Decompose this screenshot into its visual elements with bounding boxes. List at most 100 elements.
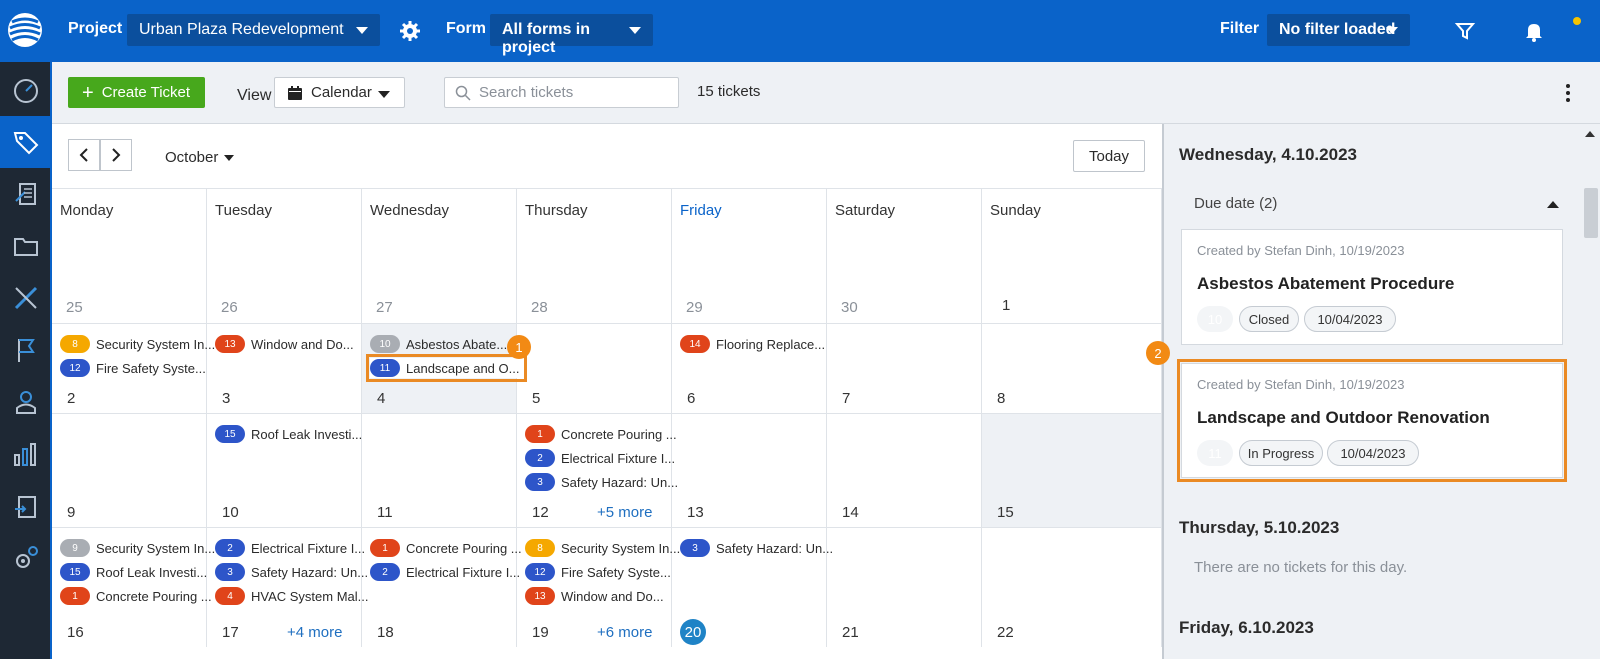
dashboard-nav[interactable]	[0, 64, 52, 116]
gear-icon[interactable]	[397, 18, 423, 44]
forms-nav[interactable]	[0, 168, 52, 220]
calendar-ticket[interactable]: 9 Security System In...	[60, 538, 215, 558]
calendar-day-cell[interactable]: 15 Roof Leak Investi... 10	[207, 413, 362, 527]
clipboard-nav[interactable]	[0, 480, 52, 532]
day-column-header: Friday 29	[672, 188, 827, 323]
calendar-ticket[interactable]: 4 HVAC System Mal...	[215, 586, 369, 606]
users-nav[interactable]	[0, 376, 52, 428]
calendar-ticket[interactable]: 14 Flooring Replace...	[680, 334, 825, 354]
create-ticket-button[interactable]: + Create Ticket	[68, 77, 205, 108]
reports-nav[interactable]	[0, 428, 52, 480]
calendar-day-cell[interactable]: 3 Safety Hazard: Un... 20	[672, 527, 833, 647]
calendar-ticket[interactable]: 11 Landscape and O...	[365, 354, 528, 382]
calendar-day-cell[interactable]: 15	[982, 413, 1162, 527]
ticket-number-badge: 10	[1197, 306, 1233, 332]
documents-nav[interactable]	[0, 220, 52, 272]
calendar-day-cell[interactable]: 21	[827, 527, 982, 647]
view-select-value: Calendar	[311, 84, 372, 101]
calendar-ticket[interactable]: 3 Safety Hazard: Un...	[525, 472, 678, 492]
ticket-title: Fire Safety Syste...	[96, 360, 206, 376]
ticket-title: Concrete Pouring ...	[561, 426, 677, 442]
calendar-ticket[interactable]: 8 Security System In...	[525, 538, 680, 558]
view-select[interactable]: Calendar	[274, 77, 405, 108]
day-number: 18	[377, 624, 394, 641]
calendar-day-cell[interactable]: 22	[982, 527, 1162, 647]
user-icon	[16, 391, 36, 414]
calendar-day-cell[interactable]: 8	[982, 323, 1162, 413]
project-select[interactable]: Urban Plaza Redevelopment	[127, 14, 380, 46]
bell-icon[interactable]	[1521, 18, 1547, 44]
status-badge: In Progress	[1239, 440, 1323, 466]
calendar-day-cell[interactable]: 7	[827, 323, 982, 413]
app-logo[interactable]	[0, 0, 52, 62]
calendar-ticket[interactable]: 13 Window and Do...	[525, 586, 664, 606]
create-ticket-label: Create Ticket	[101, 84, 191, 101]
search-input[interactable]	[479, 84, 669, 101]
calendar-day-cell[interactable]: 1 Concrete Pouring ... 2 Electrical Fixture…	[517, 413, 678, 527]
calendar-day-cell[interactable]: 9	[52, 413, 207, 527]
calendar-ticket[interactable]: 13 Window and Do...	[215, 334, 354, 354]
calendar-ticket[interactable]: 3 Safety Hazard: Un...	[680, 538, 833, 558]
calendar-ticket[interactable]: 1 Concrete Pouring ...	[370, 538, 522, 558]
calendar-ticket[interactable]: 2 Electrical Fixture I...	[370, 562, 520, 582]
calendar-ticket[interactable]: 10 Asbestos Abate...	[370, 334, 507, 354]
calendar-day-cell[interactable]: 2 Electrical Fixture I... 3 Safety Hazard: …	[207, 527, 369, 647]
calendar-day-cell[interactable]: 5	[517, 323, 672, 413]
calendar-ticket[interactable]: 12 Fire Safety Syste...	[525, 562, 671, 582]
calendar-day-cell[interactable]: 14	[827, 413, 982, 527]
tickets-nav[interactable]	[0, 116, 52, 168]
day-number: 17	[222, 624, 239, 641]
calendar-day-cell[interactable]: 11	[362, 413, 517, 527]
chevron-down-icon	[629, 27, 641, 34]
search-box[interactable]	[444, 77, 679, 108]
calendar-day-cell[interactable]: 13	[672, 413, 827, 527]
calendar-day-cell[interactable]: 8 Security System In... 12 Fire Safety Syst…	[52, 323, 215, 413]
filter-select-value: No filter loaded	[1279, 21, 1396, 38]
calendar-day-cell[interactable]: 9 Security System In... 15 Roof Leak Invest…	[52, 527, 215, 647]
ruler-pencil-icon	[14, 286, 38, 310]
filter-select[interactable]: No filter loaded	[1267, 14, 1410, 46]
chevron-up-icon[interactable]	[1547, 201, 1559, 208]
calendar-day-cell[interactable]: 1 Concrete Pouring ... 2 Electrical Fixture…	[362, 527, 522, 647]
calendar-ticket[interactable]: 1 Concrete Pouring ...	[60, 586, 212, 606]
ticket-card-highlighted[interactable]: Created by Stefan Dinh, 10/19/2023 Lands…	[1177, 359, 1567, 482]
day-number: 13	[687, 504, 704, 521]
panel-scrollbar[interactable]	[1584, 188, 1598, 238]
month-select[interactable]: October	[165, 149, 235, 166]
filter-icon[interactable]	[1452, 18, 1478, 44]
calendar-ticket[interactable]: 1 Concrete Pouring ...	[525, 424, 677, 444]
calendar-ticket[interactable]: 2 Electrical Fixture I...	[215, 538, 365, 558]
calendar-day-cell[interactable]: 8 Security System In... 12 Fire Safety Syst…	[517, 527, 680, 647]
calendar-ticket[interactable]: 3 Safety Hazard: Un...	[215, 562, 368, 582]
prev-month-button[interactable]	[68, 139, 100, 171]
calendar-day-cell[interactable]: 14 Flooring Replace... 6	[672, 323, 827, 413]
ticket-number-badge: 12	[525, 563, 555, 581]
more-tickets-link[interactable]: +4 more	[287, 624, 342, 641]
more-tickets-link[interactable]: +6 more	[597, 624, 652, 641]
day-number: 14	[842, 504, 859, 521]
project-label: Project	[68, 20, 123, 37]
calendar-day-cell[interactable]: 13 Window and Do... 3	[207, 323, 362, 413]
calendar-ticket[interactable]: 12 Fire Safety Syste...	[60, 358, 206, 378]
calendar-ticket[interactable]: 2 Electrical Fixture I...	[525, 448, 675, 468]
more-options-icon[interactable]	[1565, 83, 1571, 103]
calendar-ticket[interactable]: 15 Roof Leak Investi...	[215, 424, 362, 444]
more-tickets-link[interactable]: +5 more	[597, 504, 652, 521]
ticket-title: Safety Hazard: Un...	[716, 540, 834, 556]
today-day-number: 20	[680, 619, 706, 645]
today-button[interactable]: Today	[1073, 140, 1145, 172]
tags-icon	[13, 132, 39, 155]
calendar-ticket[interactable]: 15 Roof Leak Investi...	[60, 562, 207, 582]
calendar-day-cell[interactable]: 10 Asbestos Abate... 11 Landscape and O... 4…	[362, 323, 531, 413]
flag-icon	[18, 339, 35, 362]
form-select[interactable]: All forms in project	[490, 14, 653, 56]
due-date-group[interactable]: Due date (2)	[1194, 195, 1277, 212]
next-month-button[interactable]	[100, 139, 132, 171]
scroll-up-arrow[interactable]	[1585, 131, 1595, 137]
calendar-ticket[interactable]: 8 Security System In...	[60, 334, 215, 354]
milestones-nav[interactable]	[0, 324, 52, 376]
ticket-card[interactable]: Created by Stefan Dinh, 10/19/2023 Asbes…	[1181, 229, 1563, 345]
tools-nav[interactable]	[0, 272, 52, 324]
settings-nav[interactable]	[0, 532, 52, 584]
ticket-title: Window and Do...	[251, 336, 354, 352]
